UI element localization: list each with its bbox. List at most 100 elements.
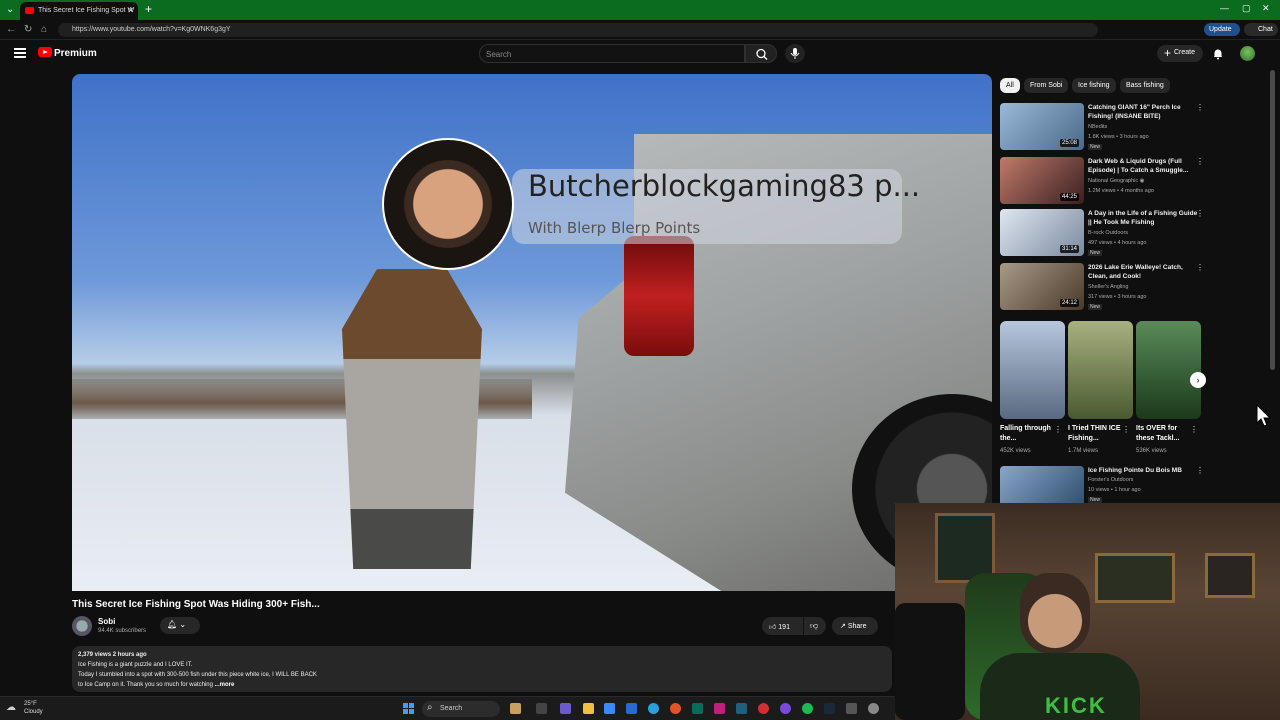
- microphone: [895, 603, 965, 720]
- thumbs-up-icon: 👍︎: [769, 624, 777, 631]
- short-thumbnail[interactable]: [1136, 321, 1201, 419]
- page-scrollbar[interactable]: [1270, 70, 1275, 370]
- recommended-title[interactable]: Catching GIANT 16" Perch Ice Fishing! (I…: [1088, 103, 1200, 121]
- bell-icon: 🔔︎: [167, 620, 178, 629]
- account-avatar[interactable]: [1240, 46, 1255, 61]
- share-button[interactable]: ↗ Share: [832, 617, 878, 635]
- home-icon[interactable]: ⌂: [41, 24, 47, 35]
- recommended-title[interactable]: A Day in the Life of a Fishing Guide || …: [1088, 209, 1200, 227]
- more-options-icon[interactable]: ⋮: [1196, 103, 1204, 112]
- browser-icon[interactable]: [670, 703, 681, 714]
- description-line: to Ice Camp on it. Thank you so much for…: [78, 682, 213, 688]
- recommended-channel[interactable]: Sheller's Angling: [1088, 284, 1129, 290]
- short-views: 452K views: [1000, 448, 1031, 454]
- recommended-title[interactable]: Ice Fishing Pointe Du Bois MB: [1088, 466, 1200, 475]
- app-icon[interactable]: [604, 703, 615, 714]
- thumbs-down-icon: 👎︎: [810, 621, 819, 630]
- share-icon: ↗: [840, 623, 846, 630]
- weather-widget[interactable]: 25°F Cloudy: [24, 700, 43, 716]
- create-button[interactable]: Create: [1157, 45, 1203, 62]
- browser-tab[interactable]: This Secret Ice Fishing Spot W ✕: [20, 2, 138, 20]
- recommended-video[interactable]: 44:25 Dark Web & Liquid Drugs (Full Epis…: [1000, 157, 1210, 207]
- windows-start-icon[interactable]: [403, 703, 414, 714]
- short-title[interactable]: Falling through the...: [1000, 424, 1056, 444]
- app-icon[interactable]: [510, 703, 521, 714]
- channel-avatar[interactable]: [72, 616, 92, 636]
- short-title[interactable]: I Tried THIN ICE Fishing...: [1068, 424, 1124, 444]
- app-icon[interactable]: [626, 703, 637, 714]
- copilot-icon[interactable]: [560, 703, 571, 714]
- taskbar-search[interactable]: Search: [422, 701, 500, 717]
- more-options-icon[interactable]: ⋮: [1196, 157, 1204, 166]
- recommended-channel[interactable]: B-rock Outdoors: [1088, 230, 1128, 236]
- recommended-stats: 1.8K views • 3 hours ago: [1088, 134, 1149, 140]
- reload-icon[interactable]: ↻: [24, 24, 32, 35]
- channel-name[interactable]: Sobi: [98, 617, 115, 626]
- search-input[interactable]: Search: [479, 44, 745, 63]
- task-view-icon[interactable]: [536, 703, 547, 714]
- recommended-channel[interactable]: Forster's Outdoors: [1088, 477, 1133, 483]
- windows-taskbar: ☁ 25°F Cloudy Search: [0, 696, 895, 720]
- browser-tab-bar: ⌄ This Secret Ice Fishing Spot W ✕ + — ▢…: [0, 0, 1280, 20]
- like-button[interactable]: 👍︎ 191: [762, 617, 803, 635]
- logo-text[interactable]: Premium: [54, 48, 97, 59]
- voice-search-button[interactable]: [785, 44, 805, 63]
- maximize-icon[interactable]: ▢: [1242, 3, 1251, 14]
- tab-list-icon[interactable]: ⌄: [6, 4, 14, 15]
- recommended-channel[interactable]: National Geographic ◉: [1088, 178, 1144, 184]
- new-tab-icon[interactable]: +: [145, 2, 152, 16]
- youtube-logo-icon[interactable]: [38, 47, 52, 57]
- more-options-icon[interactable]: ⋮: [1122, 425, 1130, 434]
- recommended-video[interactable]: 25:08 Catching GIANT 16" Perch Ice Fishi…: [1000, 103, 1210, 153]
- chip-from-sobi[interactable]: From Sobi: [1024, 78, 1069, 93]
- video-thumbnail[interactable]: [1000, 466, 1084, 504]
- more-options-icon[interactable]: ⋮: [1190, 425, 1198, 434]
- more-options-icon[interactable]: ⋮: [1054, 425, 1062, 434]
- app-icon[interactable]: [692, 703, 703, 714]
- close-window-icon[interactable]: ✕: [1262, 3, 1270, 14]
- more-options-icon[interactable]: ⋮: [1196, 209, 1204, 218]
- app-icon[interactable]: [846, 703, 857, 714]
- video-title: This Secret Ice Fishing Spot Was Hiding …: [72, 599, 320, 610]
- recommended-stats: 10 views • 1 hour ago: [1088, 487, 1141, 493]
- recommended-video[interactable]: 31:14 A Day in the Life of a Fishing Gui…: [1000, 209, 1210, 259]
- recommended-channel[interactable]: NBedits: [1088, 124, 1107, 130]
- short-title[interactable]: Its OVER for these Tackl...: [1136, 424, 1192, 444]
- notifications-bell-icon[interactable]: [1212, 47, 1224, 65]
- app-icon[interactable]: [780, 703, 791, 714]
- app-icon[interactable]: [736, 703, 747, 714]
- recommended-video[interactable]: 24:12 2026 Lake Erie Walleye! Catch, Cle…: [1000, 263, 1210, 313]
- short-thumbnail[interactable]: [1068, 321, 1133, 419]
- app-icon[interactable]: [714, 703, 725, 714]
- dislike-button[interactable]: 👎︎: [804, 617, 826, 635]
- recommended-title[interactable]: Dark Web & Liquid Drugs (Full Episode) |…: [1088, 157, 1200, 175]
- app-icon[interactable]: [758, 703, 769, 714]
- edge-browser-icon[interactable]: [648, 703, 659, 714]
- short-thumbnail[interactable]: [1000, 321, 1065, 419]
- chip-ice-fishing[interactable]: Ice fishing: [1072, 78, 1116, 93]
- back-icon[interactable]: ←: [6, 24, 16, 35]
- cloud-icon: ☁: [6, 702, 16, 713]
- chip-bass-fishing[interactable]: Bass fishing: [1120, 78, 1170, 93]
- video-player[interactable]: Butcherblockgaming83 p... With Blerp Ble…: [72, 74, 992, 591]
- search-button[interactable]: [745, 44, 777, 63]
- recommended-title[interactable]: 2026 Lake Erie Walleye! Catch, Clean, an…: [1088, 263, 1200, 281]
- chevron-right-icon[interactable]: ›: [1190, 372, 1206, 388]
- more-options-icon[interactable]: ⋮: [1196, 466, 1204, 475]
- hamburger-menu-icon[interactable]: [14, 48, 26, 58]
- steam-icon[interactable]: [824, 703, 835, 714]
- update-button[interactable]: Update: [1204, 23, 1240, 36]
- subscription-bell-button[interactable]: 🔔︎ ⌄: [160, 617, 200, 634]
- close-tab-icon[interactable]: ✕: [127, 6, 134, 15]
- url-field[interactable]: https://www.youtube.com/watch?v=Kg0WNK6g…: [58, 23, 1098, 37]
- chat-button[interactable]: Chat: [1244, 23, 1278, 36]
- show-more-link[interactable]: ...more: [215, 682, 235, 688]
- chip-all[interactable]: All: [1000, 78, 1020, 93]
- file-explorer-icon[interactable]: [583, 703, 594, 714]
- spotify-icon[interactable]: [802, 703, 813, 714]
- more-options-icon[interactable]: ⋮: [1196, 263, 1204, 272]
- recommended-video[interactable]: Ice Fishing Pointe Du Bois MB Forster's …: [1000, 466, 1210, 504]
- app-icon[interactable]: [868, 703, 879, 714]
- description-box[interactable]: 2,379 views 2 hours ago Ice Fishing is a…: [72, 646, 892, 692]
- minimize-icon[interactable]: —: [1220, 3, 1229, 13]
